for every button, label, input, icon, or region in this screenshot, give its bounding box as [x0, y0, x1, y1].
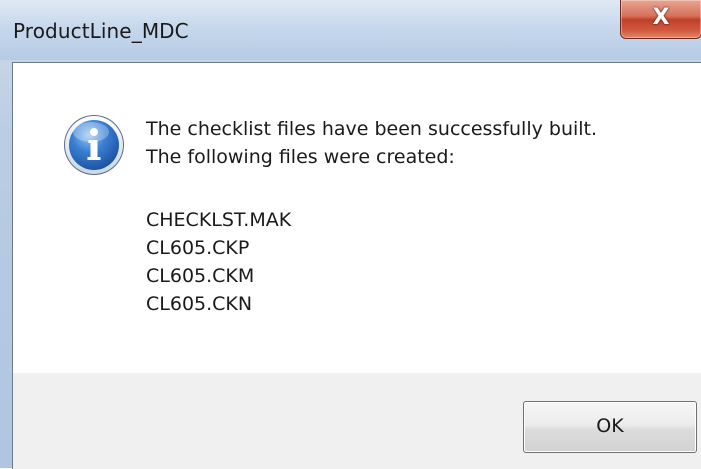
message-text: The checklist files have been successful… [146, 115, 597, 171]
button-bar: OK [13, 373, 701, 469]
dialog-client-area: The checklist files have been successful… [12, 62, 701, 469]
dialog-window: ProductLine_MDC X The checklist files ha… [0, 0, 701, 469]
window-title: ProductLine_MDC [13, 19, 189, 43]
ok-button-label: OK [596, 415, 624, 437]
file-list: CHECKLST.MAK CL605.CKP CL605.CKM CL605.C… [146, 206, 291, 318]
file-list-item: CHECKLST.MAK [146, 209, 292, 231]
message-line: The checklist files have been successful… [146, 118, 598, 140]
title-bar[interactable]: ProductLine_MDC X [0, 0, 701, 60]
message-area: The checklist files have been successful… [13, 63, 701, 373]
close-icon: X [652, 5, 670, 30]
message-line: The following files were created: [146, 146, 455, 168]
file-list-item: CL605.CKM [146, 265, 255, 287]
file-list-item: CL605.CKN [146, 293, 253, 315]
info-icon [64, 115, 124, 175]
ok-button[interactable]: OK [523, 401, 697, 453]
close-button[interactable]: X [620, 0, 701, 39]
file-list-item: CL605.CKP [146, 237, 250, 259]
